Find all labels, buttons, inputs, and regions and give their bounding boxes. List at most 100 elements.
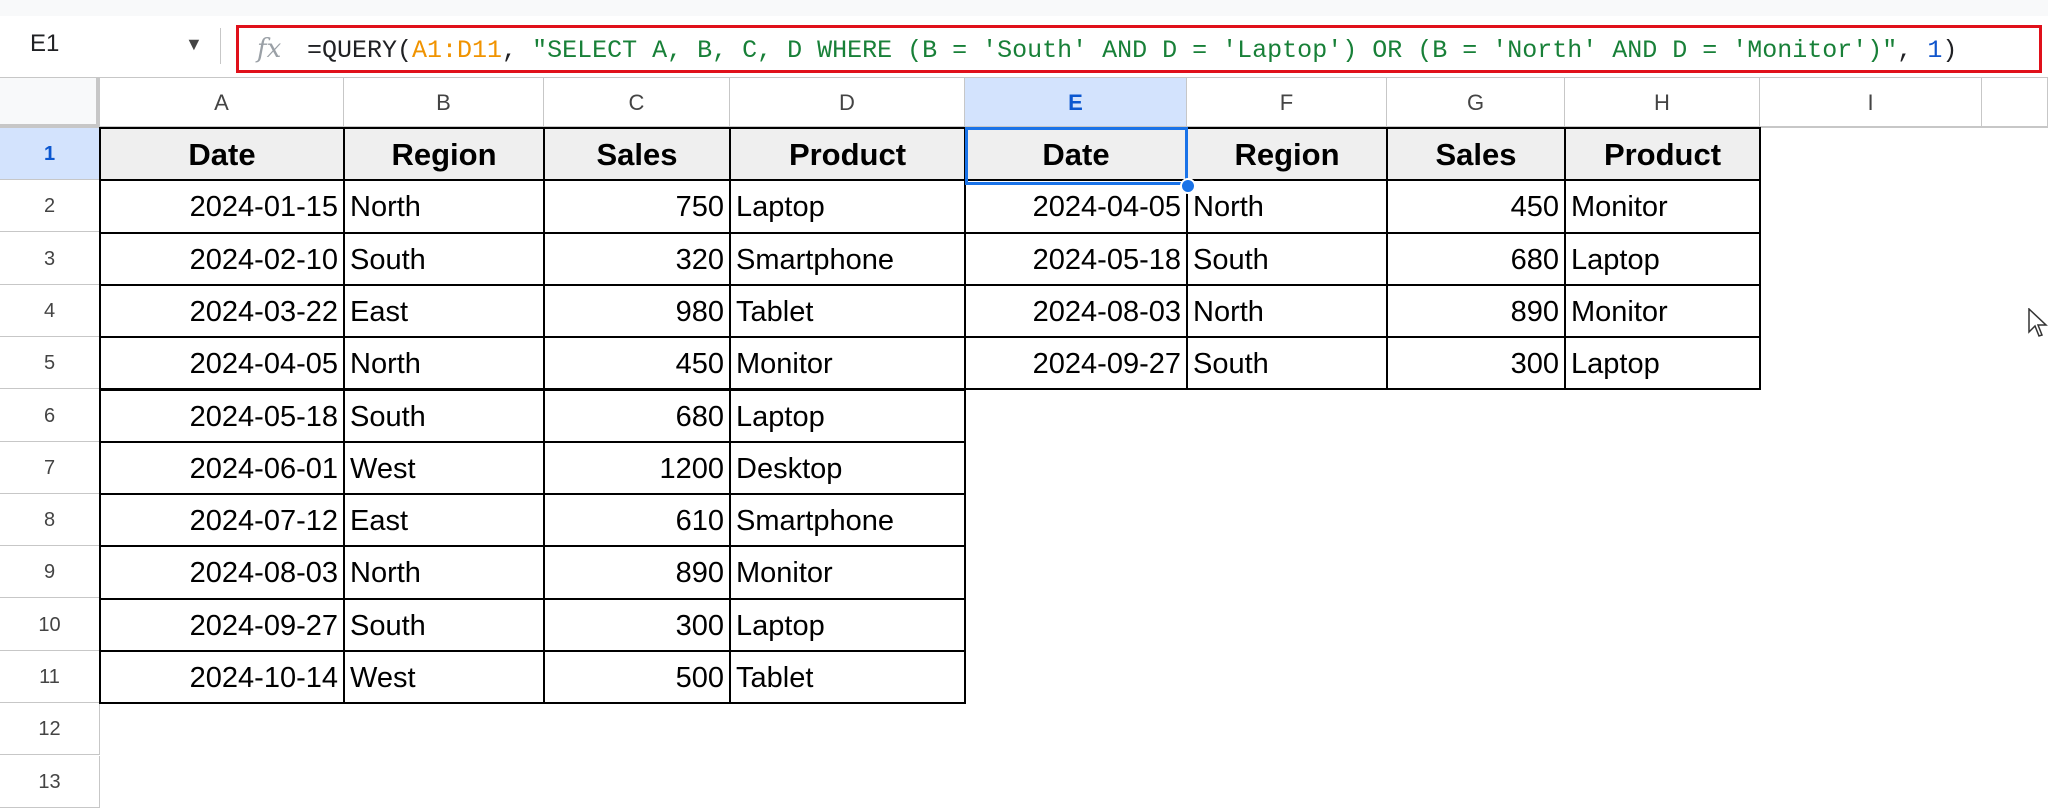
table-cell[interactable]: 2024-07-12 bbox=[99, 493, 345, 548]
column-header-a[interactable]: A bbox=[100, 78, 344, 128]
header-cell[interactable]: Date bbox=[99, 127, 345, 182]
table-cell[interactable]: 500 bbox=[543, 650, 731, 705]
table-cell[interactable]: North bbox=[343, 545, 545, 600]
header-cell[interactable]: Product bbox=[729, 127, 966, 182]
table-cell[interactable]: 2024-05-18 bbox=[964, 231, 1188, 286]
table-cell[interactable]: 2024-08-03 bbox=[964, 283, 1188, 339]
table-cell[interactable]: South bbox=[343, 388, 545, 443]
table-cell[interactable]: 450 bbox=[1386, 179, 1566, 234]
table-cell[interactable]: 2024-09-27 bbox=[964, 336, 1188, 391]
row-header-10[interactable]: 10 bbox=[0, 598, 100, 651]
toolbar-strip bbox=[0, 0, 2048, 16]
column-header-next[interactable] bbox=[1982, 78, 2048, 128]
table-cell[interactable]: Smartphone bbox=[729, 493, 966, 548]
header-cell[interactable]: Product bbox=[1564, 127, 1761, 182]
row-header-3[interactable]: 3 bbox=[0, 232, 100, 285]
table-cell[interactable]: 890 bbox=[543, 545, 731, 600]
table-cell[interactable]: 320 bbox=[543, 231, 731, 286]
row-header-7[interactable]: 7 bbox=[0, 441, 100, 494]
table-cell[interactable]: East bbox=[343, 493, 545, 548]
formula-query-string: "SELECT A, B, C, D WHERE (B = 'South' AN… bbox=[532, 36, 1898, 65]
fx-icon: fx bbox=[257, 34, 282, 64]
table-cell[interactable]: North bbox=[1186, 283, 1388, 339]
table-cell[interactable]: 680 bbox=[1386, 231, 1566, 286]
row-header-9[interactable]: 9 bbox=[0, 546, 100, 599]
header-cell[interactable]: Sales bbox=[1386, 127, 1566, 182]
table-cell[interactable]: Laptop bbox=[1564, 231, 1761, 286]
table-cell[interactable]: 2024-04-05 bbox=[99, 336, 345, 391]
formula-bar: E1 ▼ fx =QUERY(A1:D11, "SELECT A, B, C, … bbox=[0, 16, 2048, 78]
column-header-d[interactable]: D bbox=[730, 78, 965, 128]
header-cell[interactable]: Sales bbox=[543, 127, 731, 182]
header-cell[interactable]: Region bbox=[1186, 127, 1388, 182]
table-cell[interactable]: North bbox=[343, 179, 545, 234]
table-cell[interactable]: West bbox=[343, 440, 545, 496]
row-header-6[interactable]: 6 bbox=[0, 389, 100, 442]
table-cell[interactable]: 2024-02-10 bbox=[99, 231, 345, 286]
column-header-i[interactable]: I bbox=[1760, 78, 1982, 128]
row-header-8[interactable]: 8 bbox=[0, 494, 100, 547]
divider bbox=[220, 28, 221, 64]
formula-text: =QUERY(A1:D11, "SELECT A, B, C, D WHERE … bbox=[307, 36, 1957, 65]
table-cell[interactable]: 2024-10-14 bbox=[99, 650, 345, 705]
table-cell[interactable]: South bbox=[1186, 231, 1388, 286]
table-cell[interactable]: 980 bbox=[543, 283, 731, 339]
row-header-1[interactable]: 1 bbox=[0, 128, 100, 180]
table-cell[interactable]: East bbox=[343, 283, 545, 339]
formula-input[interactable]: fx =QUERY(A1:D11, "SELECT A, B, C, D WHE… bbox=[236, 25, 2042, 73]
table-cell[interactable]: Tablet bbox=[729, 283, 966, 339]
table-cell[interactable]: Smartphone bbox=[729, 231, 966, 286]
table-cell[interactable]: South bbox=[343, 231, 545, 286]
row-header-2[interactable]: 2 bbox=[0, 180, 100, 233]
table-cell[interactable]: 610 bbox=[543, 493, 731, 548]
table-cell[interactable]: Monitor bbox=[1564, 179, 1761, 234]
row-header-11[interactable]: 11 bbox=[0, 651, 100, 703]
table-cell[interactable]: North bbox=[1186, 179, 1388, 234]
table-cell[interactable]: Desktop bbox=[729, 440, 966, 496]
header-cell[interactable]: Region bbox=[343, 127, 545, 182]
table-cell[interactable]: 300 bbox=[543, 597, 731, 652]
table-cell[interactable]: Laptop bbox=[729, 388, 966, 443]
row-header-5[interactable]: 5 bbox=[0, 337, 100, 390]
table-cell[interactable]: South bbox=[1186, 336, 1388, 391]
formula-sep: , bbox=[1897, 36, 1928, 65]
select-all-corner[interactable] bbox=[0, 78, 100, 128]
column-header-f[interactable]: F bbox=[1187, 78, 1387, 128]
table-cell[interactable]: 300 bbox=[1386, 336, 1566, 391]
table-cell[interactable]: Laptop bbox=[1564, 336, 1761, 391]
column-header-b[interactable]: B bbox=[344, 78, 544, 128]
table-cell[interactable]: 1200 bbox=[543, 440, 731, 496]
formula-sep: , bbox=[502, 36, 533, 65]
table-cell[interactable]: 890 bbox=[1386, 283, 1566, 339]
table-cell[interactable]: 2024-03-22 bbox=[99, 283, 345, 339]
column-header-g[interactable]: G bbox=[1387, 78, 1565, 128]
row-header-12[interactable]: 12 bbox=[0, 703, 100, 756]
table-cell[interactable]: 2024-06-01 bbox=[99, 440, 345, 496]
column-header-h[interactable]: H bbox=[1565, 78, 1760, 128]
name-box[interactable]: E1 bbox=[30, 30, 59, 58]
table-cell[interactable]: South bbox=[343, 597, 545, 652]
table-cell[interactable]: Laptop bbox=[729, 597, 966, 652]
table-cell[interactable]: 2024-01-15 bbox=[99, 179, 345, 234]
table-cell[interactable]: 450 bbox=[543, 336, 731, 391]
formula-close: ) bbox=[1942, 36, 1958, 65]
table-cell[interactable]: Tablet bbox=[729, 650, 966, 705]
table-cell[interactable]: 2024-04-05 bbox=[964, 179, 1188, 234]
name-box-dropdown-icon[interactable]: ▼ bbox=[185, 34, 203, 55]
table-cell[interactable]: Monitor bbox=[1564, 283, 1761, 339]
row-header-4[interactable]: 4 bbox=[0, 284, 100, 337]
table-cell[interactable]: 750 bbox=[543, 179, 731, 234]
table-cell[interactable]: 2024-05-18 bbox=[99, 388, 345, 443]
table-cell[interactable]: 2024-08-03 bbox=[99, 545, 345, 600]
table-cell[interactable]: West bbox=[343, 650, 545, 705]
table-cell[interactable]: North bbox=[343, 336, 545, 391]
column-header-c[interactable]: C bbox=[544, 78, 730, 128]
fill-handle[interactable] bbox=[1180, 178, 1196, 194]
table-cell[interactable]: 680 bbox=[543, 388, 731, 443]
table-cell[interactable]: Monitor bbox=[729, 545, 966, 600]
column-header-e[interactable]: E bbox=[965, 78, 1187, 128]
table-cell[interactable]: 2024-09-27 bbox=[99, 597, 345, 652]
table-cell[interactable]: Laptop bbox=[729, 179, 966, 234]
selected-cell-outline bbox=[965, 127, 1188, 185]
table-cell[interactable]: Monitor bbox=[729, 336, 966, 391]
